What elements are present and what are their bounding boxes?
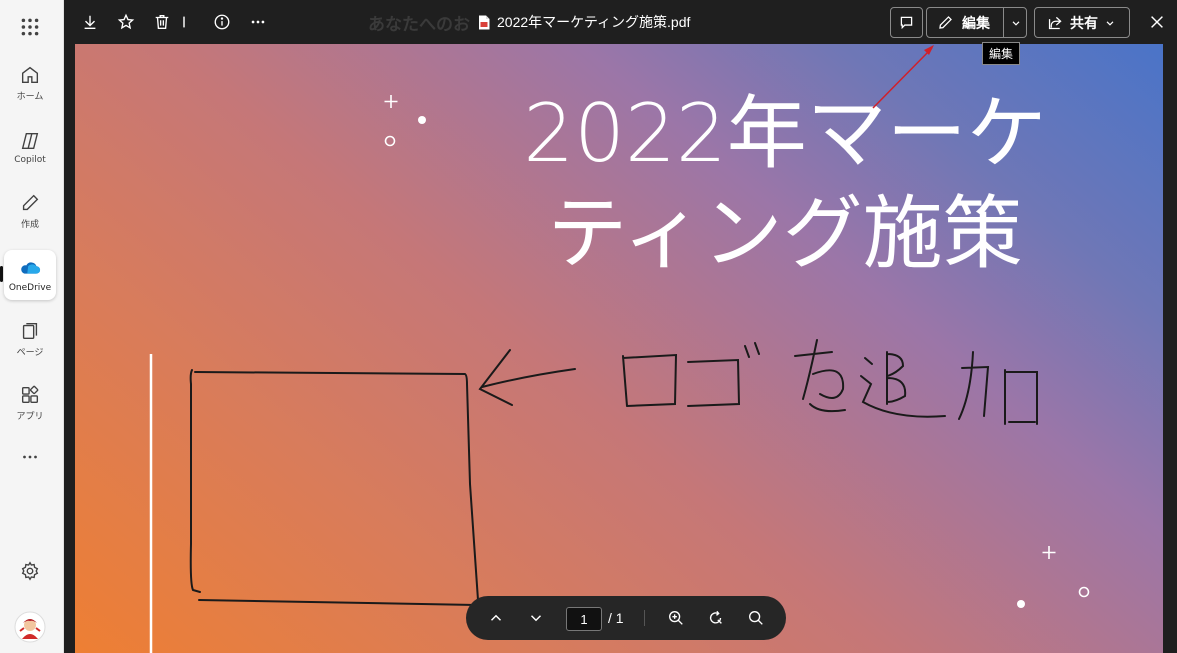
edit-split-divider bbox=[1003, 8, 1004, 37]
download-icon bbox=[84, 15, 96, 29]
close-button[interactable] bbox=[1145, 10, 1169, 34]
chevron-down-icon bbox=[1106, 20, 1114, 26]
more-options-button[interactable] bbox=[246, 10, 270, 34]
handwritten-char-go bbox=[687, 342, 760, 407]
app-launcher-icon[interactable] bbox=[0, 2, 60, 52]
chevron-up-icon bbox=[490, 614, 502, 621]
rail-item-create[interactable]: 作成 bbox=[0, 183, 60, 239]
info-button[interactable] bbox=[210, 10, 234, 34]
edit-tooltip: 編集 bbox=[982, 42, 1021, 65]
rail-item-pages[interactable]: ページ bbox=[0, 311, 60, 367]
pencil-icon bbox=[939, 16, 952, 29]
gear-icon bbox=[21, 561, 39, 581]
rail-label-onedrive: OneDrive bbox=[8, 282, 52, 293]
document-title: 2022年マーケティング施策.pdf bbox=[478, 12, 690, 32]
handwritten-logo-box bbox=[189, 369, 479, 606]
sparkle-plus-top bbox=[384, 95, 398, 108]
page-total: / 1 bbox=[608, 610, 624, 626]
pdf-viewer: あなたへのお 2022年マーケティング施策.pdf 編集 共有 2022年マーケ… bbox=[64, 0, 1177, 653]
sparkle-dot-top bbox=[418, 116, 426, 124]
star-icon bbox=[117, 13, 135, 30]
rail-label-home: ホーム bbox=[16, 92, 44, 102]
slide-title: 2022年マーケ ティング施策 bbox=[485, 84, 1085, 284]
pages-icon bbox=[22, 322, 38, 340]
rail-label-apps: アプリ bbox=[16, 412, 44, 422]
page-number-input[interactable] bbox=[566, 607, 602, 631]
active-indicator bbox=[0, 266, 3, 282]
share-button-label: 共有 bbox=[1070, 14, 1098, 31]
handwritten-char-ro bbox=[622, 353, 678, 407]
chevron-down-icon bbox=[530, 615, 542, 622]
delete-button[interactable] bbox=[150, 10, 174, 34]
rotate-button[interactable] bbox=[704, 606, 728, 630]
previous-page-button[interactable] bbox=[484, 606, 508, 630]
handwritten-char-oi bbox=[860, 351, 946, 418]
close-icon bbox=[1151, 16, 1163, 28]
download-button[interactable] bbox=[78, 10, 102, 34]
pdf-page: 2022年マーケ ティング施策 bbox=[75, 44, 1163, 653]
share-button[interactable]: 共有 bbox=[1034, 7, 1130, 38]
apps-icon bbox=[21, 385, 39, 404]
toolbar-divider bbox=[180, 10, 188, 34]
more-horizontal-icon bbox=[251, 20, 265, 24]
rail-label-create: 作成 bbox=[20, 220, 39, 230]
slide-title-line1: 2022年マーケ bbox=[523, 87, 1047, 180]
edit-dropdown-toggle[interactable] bbox=[1005, 8, 1027, 37]
pdf-file-icon bbox=[479, 15, 490, 29]
more-apps-button[interactable] bbox=[0, 434, 60, 480]
settings-button[interactable] bbox=[0, 546, 60, 596]
sparkle-dot-bottom bbox=[1017, 600, 1025, 608]
sparkle-ring-top bbox=[384, 135, 396, 147]
info-icon bbox=[214, 14, 230, 30]
rail-label-pages: ページ bbox=[16, 348, 44, 358]
sparkle-ring-bottom bbox=[1078, 586, 1090, 598]
edit-button[interactable]: 編集 bbox=[926, 7, 1027, 38]
rail-item-home[interactable]: ホーム bbox=[0, 55, 60, 111]
annotation-arrow bbox=[872, 45, 934, 109]
next-page-button[interactable] bbox=[524, 606, 548, 630]
rail-item-onedrive[interactable]: OneDrive bbox=[4, 250, 56, 300]
favorite-button[interactable] bbox=[114, 10, 138, 34]
chevron-down-icon bbox=[1012, 20, 1020, 26]
app-rail: ホーム Copilot 作成 OneDrive ページ アプリ bbox=[0, 0, 64, 653]
avatar[interactable] bbox=[0, 603, 60, 651]
rotate-icon bbox=[709, 610, 722, 624]
comment-icon bbox=[900, 16, 913, 30]
share-icon bbox=[1048, 16, 1062, 30]
home-icon bbox=[21, 66, 39, 84]
file-name: 2022年マーケティング施策.pdf bbox=[497, 14, 691, 30]
rail-item-copilot[interactable]: Copilot bbox=[0, 119, 60, 175]
trash-icon bbox=[155, 15, 169, 29]
comments-button[interactable] bbox=[890, 7, 923, 38]
rail-item-apps[interactable]: アプリ bbox=[0, 375, 60, 431]
copilot-icon bbox=[21, 132, 39, 149]
zoom-in-icon bbox=[669, 611, 683, 625]
edit-button-label: 編集 bbox=[962, 14, 990, 31]
zoom-out-button[interactable] bbox=[744, 606, 768, 630]
search-icon bbox=[749, 611, 763, 625]
onedrive-cloud-icon bbox=[21, 261, 41, 274]
handwritten-arrow bbox=[478, 349, 576, 406]
handwritten-char-wo bbox=[794, 339, 846, 413]
page-navigation-bar: / 1 bbox=[466, 596, 786, 640]
pen-icon bbox=[22, 194, 39, 211]
pager-divider bbox=[644, 610, 645, 626]
background-heading: あなたへのお bbox=[368, 15, 470, 34]
sparkle-plus-bottom bbox=[1042, 546, 1056, 559]
rail-label-copilot: Copilot bbox=[14, 154, 46, 165]
viewer-toolbar: あなたへのお 2022年マーケティング施策.pdf 編集 共有 bbox=[64, 0, 1177, 44]
more-horizontal-icon bbox=[23, 455, 37, 459]
handwritten-char-ka bbox=[958, 351, 1038, 425]
slide-title-line2: ティング施策 bbox=[547, 187, 1023, 280]
zoom-in-button[interactable] bbox=[664, 606, 688, 630]
